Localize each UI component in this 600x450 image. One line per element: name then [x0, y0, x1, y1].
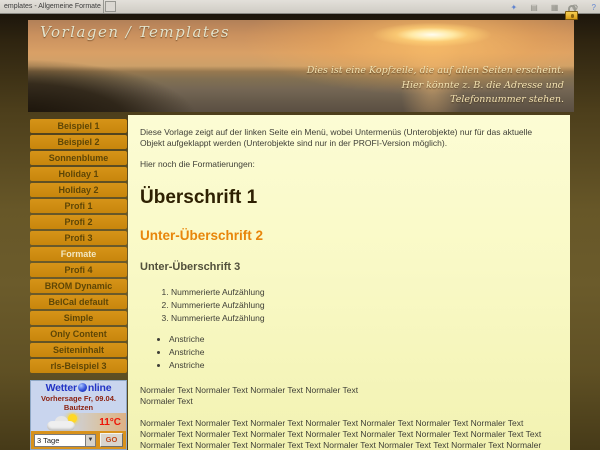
sidebar-item-seiteninhalt[interactable]: Seiteninhalt — [30, 343, 127, 357]
short-paragraph: Normaler Text Normaler Text Normaler Tex… — [140, 385, 558, 408]
sidebar-item-holiday-2[interactable]: Holiday 2 — [30, 183, 127, 197]
sidebar-item-belcal-default[interactable]: BelCal default — [30, 295, 127, 309]
tagline-line-1: Dies ist eine Kopfzeile, die auf allen S… — [307, 64, 564, 79]
sidebar-menu: Beispiel 1 Beispiel 2 Sonnenblume Holida… — [30, 119, 127, 375]
cloud-base — [47, 421, 75, 431]
sidebar-item-profi-2[interactable]: Profi 2 — [30, 215, 127, 229]
browser-tab-title[interactable]: emplates - Allgemeine Formate für Texte … — [0, 0, 104, 13]
browser-toolbar: ✦ ▤ ▦ ⚙ ? — [511, 1, 596, 13]
bullet-list-item: Anstriche — [169, 346, 558, 359]
weather-controls: 3 Tage ▼ GO — [31, 431, 126, 449]
short-paragraph-line-2: Normaler Text — [140, 396, 193, 406]
sidebar-item-sonnenblume[interactable]: Sonnenblume — [30, 151, 127, 165]
sidebar-item-simple[interactable]: Simple — [30, 311, 127, 325]
long-paragraph: Normaler Text Normaler Text Normaler Tex… — [140, 418, 558, 450]
partly-cloudy-icon — [45, 414, 81, 432]
weather-widget: Wetter nline Vorhersage Fr, 09.04. Bautze… — [30, 380, 127, 450]
wetteronline-logo[interactable]: Wetter nline — [31, 382, 126, 394]
print-icon[interactable]: ▤ — [530, 3, 538, 12]
globe-icon — [78, 383, 87, 392]
temperature-value: 11°C — [99, 417, 121, 428]
sidebar-item-only-content[interactable]: Only Content — [30, 327, 127, 341]
bullet-list-item: Anstriche — [169, 359, 558, 372]
go-button[interactable]: GO — [100, 433, 123, 447]
range-select[interactable]: 3 Tage ▼ — [34, 434, 96, 447]
numbered-list-item: Nummerierte Aufzählung — [171, 286, 558, 299]
sidebar-item-brom-dynamic[interactable]: BROM Dynamic — [30, 279, 127, 293]
sidebar-item-rls-beispiel-3[interactable]: rls-Beispiel 3 — [30, 359, 127, 373]
security-lock-icon[interactable] — [565, 5, 578, 21]
formats-label: Hier noch die Formatierungen: — [140, 159, 558, 170]
sidebar-item-holiday-1[interactable]: Holiday 1 — [30, 167, 127, 181]
lock-body — [565, 11, 578, 20]
short-paragraph-line-1: Normaler Text Normaler Text Normaler Tex… — [140, 385, 358, 395]
heading-3: Unter-Überschrift 3 — [140, 260, 558, 275]
intro-paragraph: Diese Vorlage zeigt auf der linken Seite… — [140, 127, 558, 150]
numbered-list: Nummerierte Aufzählung Nummerierte Aufzä… — [140, 286, 558, 324]
sidebar-item-beispiel-2[interactable]: Beispiel 2 — [30, 135, 127, 149]
logo-text-prefix: Wetter — [46, 382, 77, 394]
sidebar-item-formate[interactable]: Formate — [30, 247, 127, 261]
heading-1: Überschrift 1 — [140, 185, 558, 211]
page-icon[interactable]: ▦ — [551, 3, 559, 12]
sidebar-item-profi-4[interactable]: Profi 4 — [30, 263, 127, 277]
numbered-list-item: Nummerierte Aufzählung — [171, 312, 558, 325]
bullet-list: Anstriche Anstriche Anstriche — [140, 333, 558, 371]
browser-titlebar: emplates - Allgemeine Formate für Texte … — [0, 0, 600, 14]
sidebar-item-beispiel-1[interactable]: Beispiel 1 — [30, 119, 127, 133]
sidebar-item-profi-1[interactable]: Profi 1 — [30, 199, 127, 213]
feeds-icon[interactable]: ✦ — [511, 3, 518, 12]
header-tagline: Dies ist eine Kopfzeile, die auf allen S… — [307, 64, 564, 108]
sidebar-item-profi-3[interactable]: Profi 3 — [30, 231, 127, 245]
tagline-line-2: Hier könnte z. B. die Adresse und — [307, 79, 564, 94]
range-select-value[interactable]: 3 Tage — [35, 435, 85, 446]
page-title: Vorlagen / Templates — [40, 23, 230, 41]
chevron-down-icon[interactable]: ▼ — [85, 435, 95, 446]
header-banner: Vorlagen / Templates Dies ist eine Kopfz… — [28, 20, 574, 112]
logo-text-suffix: nline — [88, 382, 112, 394]
tagline-line-3: Telefonnummer stehen. — [307, 93, 564, 108]
help-icon[interactable]: ? — [592, 3, 596, 12]
main-content: Diese Vorlage zeigt auf der linken Seite… — [128, 115, 570, 450]
forecast-date-label: Vorhersage Fr, 09.04. — [31, 394, 126, 403]
bullet-list-item: Anstriche — [169, 333, 558, 346]
browser-tab-stub[interactable] — [105, 1, 116, 12]
heading-2: Unter-Überschrift 2 — [140, 227, 558, 245]
forecast-city-label: Bautzen — [31, 403, 126, 412]
numbered-list-item: Nummerierte Aufzählung — [171, 299, 558, 312]
page-background: Vorlagen / Templates Dies ist eine Kopfz… — [0, 14, 600, 450]
